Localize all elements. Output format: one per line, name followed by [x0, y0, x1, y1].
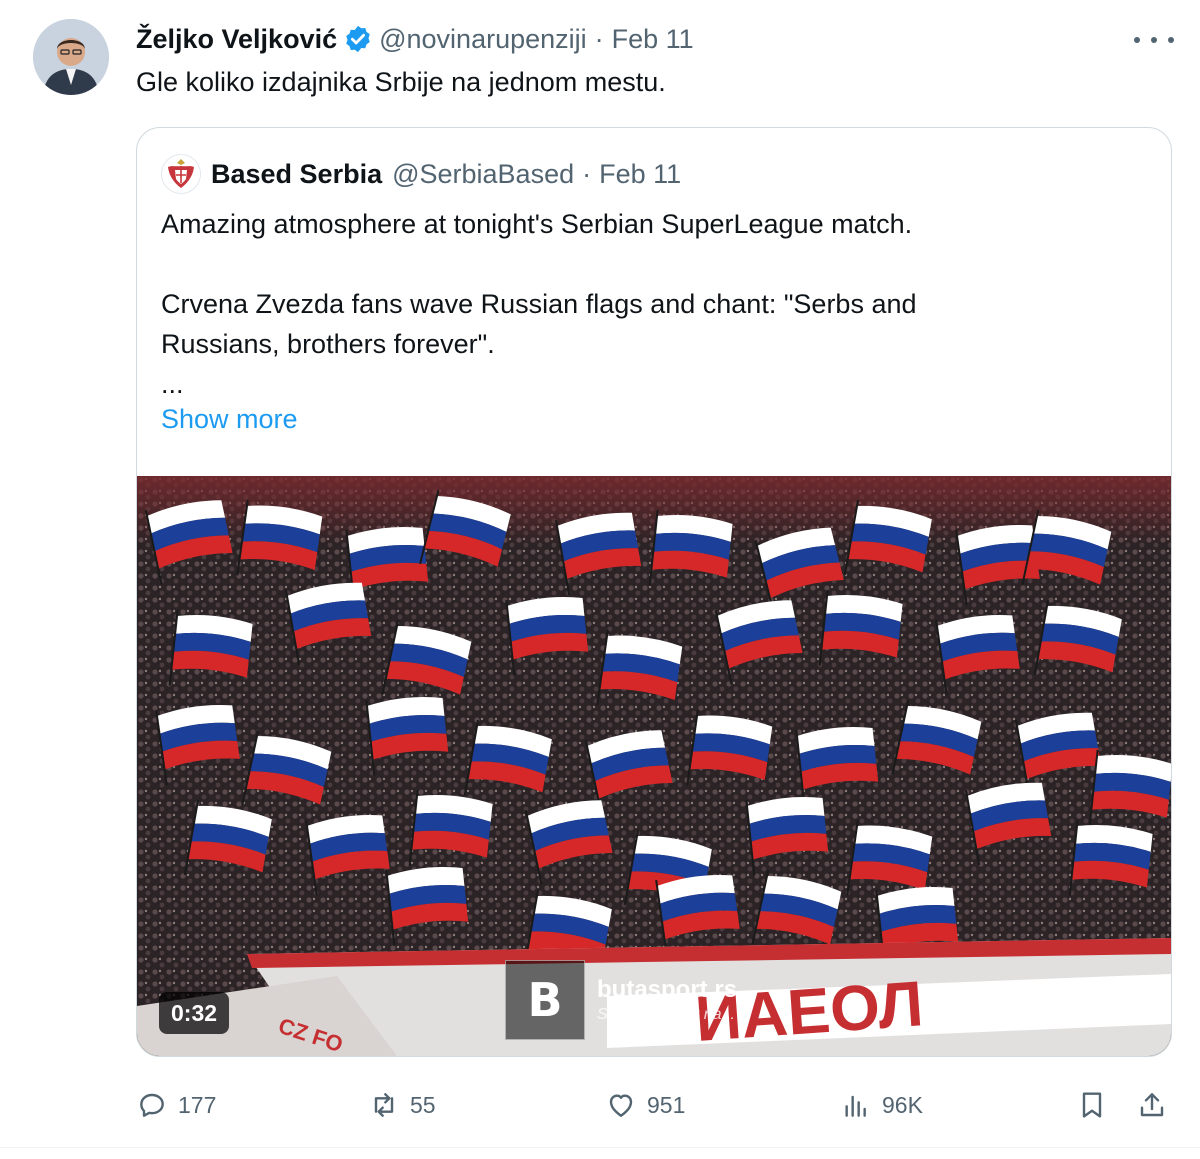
separator-dot: ·	[594, 23, 604, 54]
author-handle[interactable]: @novinarupenziji	[379, 24, 587, 55]
share-icon	[1140, 1093, 1164, 1117]
watermark-site: butasport.rs	[597, 976, 738, 1003]
repost-button[interactable]: 55	[368, 1080, 436, 1130]
more-options-button[interactable]	[1134, 28, 1174, 52]
more-dot-icon	[1151, 37, 1157, 43]
tweet-actions: 177 55 951 96K	[0, 1080, 1200, 1130]
verified-badge-icon	[346, 25, 370, 53]
like-count: 951	[647, 1091, 686, 1118]
more-dot-icon	[1134, 37, 1140, 43]
views-count: 96K	[882, 1091, 923, 1118]
reply-button[interactable]: 177	[136, 1080, 216, 1130]
like-button[interactable]: 951	[605, 1080, 685, 1130]
quoted-tweet-text: Amazing atmosphere at tonight's Serbian …	[161, 204, 1151, 404]
author-display-name[interactable]: Željko Veljković	[136, 24, 337, 55]
quoted-text-line: Russians, brothers forever".	[161, 329, 495, 359]
quoted-tweet[interactable]: Based Serbia @SerbiaBased · Feb 11 Amazi…	[136, 127, 1172, 1057]
reply-count: 177	[178, 1091, 217, 1118]
watermark-tagline: Sa nama uvek na...	[597, 1006, 735, 1023]
quoted-text-line: Amazing atmosphere at tonight's Serbian …	[161, 209, 913, 239]
share-button[interactable]	[1136, 1080, 1178, 1130]
more-dot-icon	[1168, 37, 1174, 43]
reply-icon	[140, 1093, 164, 1117]
watermark-text: butasport.rs Sa nama uvek na...	[597, 976, 737, 1024]
tweet-header: Željko Veljković @novinarupenziji · Feb …	[136, 20, 694, 58]
heart-icon	[609, 1094, 633, 1117]
quoted-text-line: ...	[161, 369, 184, 399]
bookmark-icon	[1082, 1092, 1102, 1118]
quoted-date[interactable]: Feb 11	[599, 159, 681, 190]
quoted-author-avatar[interactable]	[161, 154, 201, 194]
quoted-handle[interactable]: @SerbiaBased	[392, 159, 574, 190]
profile-photo-icon	[33, 19, 109, 95]
repost-count: 55	[410, 1091, 436, 1118]
show-more-link[interactable]: Show more	[161, 404, 298, 435]
video-watermark: B butasport.rs Sa nama uvek na...	[505, 960, 737, 1040]
tweet-date[interactable]: Feb 11	[612, 24, 694, 55]
quoted-tweet-header: Based Serbia @SerbiaBased · Feb 11	[161, 154, 681, 194]
separator-dot: ·	[582, 158, 592, 189]
serbian-coat-of-arms-icon	[162, 155, 200, 193]
tweet-text: Gle koliko izdajnika Srbije na jednom me…	[136, 67, 666, 97]
quoted-display-name[interactable]: Based Serbia	[211, 159, 382, 190]
quoted-text-line: Crvena Zvezda fans wave Russian flags an…	[161, 289, 917, 319]
analytics-bars-icon	[845, 1095, 866, 1117]
divider	[0, 1147, 1200, 1148]
author-avatar[interactable]	[33, 19, 109, 95]
repost-icon	[374, 1093, 394, 1117]
tweet: Željko Veljković @novinarupenziji · Feb …	[0, 0, 1200, 1159]
video-player[interactable]: ИАЕОЛ CZ FO B butasport.rs Sa nama uvek …	[137, 476, 1171, 1056]
views-button[interactable]: 96K	[840, 1080, 923, 1130]
watermark-logo: B	[505, 960, 585, 1040]
video-duration: 0:32	[159, 992, 230, 1034]
bookmark-button[interactable]	[1076, 1080, 1118, 1130]
